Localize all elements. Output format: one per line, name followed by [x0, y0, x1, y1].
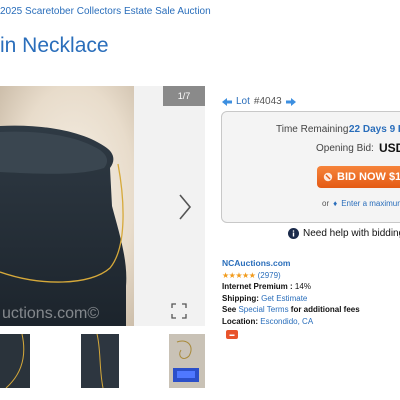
premium-value: 14%	[294, 282, 311, 291]
help-text: Need help with bidding	[303, 228, 400, 239]
diamond-icon: ♦	[333, 199, 338, 208]
shipping-estimate-link[interactable]: Get Estimate	[261, 294, 307, 303]
thumbnail-2[interactable]	[81, 334, 119, 388]
thumbnail-image	[169, 334, 205, 388]
seller-info: NCAuctions.com ★★★★★ (2979) Internet Pre…	[222, 258, 360, 327]
max-bid-row: or ♦ Enter a maximum	[322, 199, 400, 208]
review-count-link[interactable]: (2979)	[258, 271, 281, 280]
or-label: or	[322, 199, 330, 208]
next-lot-icon[interactable]	[285, 97, 296, 106]
previous-lot-icon[interactable]	[222, 97, 232, 106]
bid-gavel-icon	[323, 172, 333, 182]
rating-stars-icon: ★★★★★	[222, 270, 256, 280]
lot-number: #4043	[253, 96, 282, 107]
seller-name-link[interactable]: NCAuctions.com	[222, 258, 290, 268]
fullscreen-button[interactable]	[170, 302, 188, 320]
premium-label: Internet Premium :	[222, 282, 293, 291]
thumbnail-image	[0, 334, 30, 388]
next-image-button[interactable]	[174, 192, 196, 222]
seller-badge-icon: ▬	[226, 330, 238, 339]
bid-panel: Time Remaining: 22 Days 9 Ho Opening Bid…	[221, 111, 400, 223]
terms-see-label: See	[222, 305, 237, 314]
time-remaining-value: 22 Days 9 Ho	[349, 124, 400, 135]
expand-icon	[171, 303, 187, 319]
location-link[interactable]: Escondido, CA	[260, 317, 313, 326]
opening-bid-label: Opening Bid:	[316, 143, 374, 154]
thumbnail-strip	[0, 334, 210, 388]
thumbnail-3[interactable]	[169, 334, 205, 388]
max-bid-link[interactable]: Enter a maximum	[341, 199, 400, 208]
opening-bid-value: USD	[379, 141, 400, 155]
lot-label: Lot	[236, 96, 250, 107]
info-icon	[288, 228, 299, 239]
thumbnail-image	[81, 334, 119, 388]
lot-navigation: Lot #4043	[222, 96, 296, 107]
bidding-help[interactable]: Need help with bidding	[288, 228, 400, 239]
chevron-right-icon	[179, 194, 192, 220]
terms-rest-label: for additional fees	[290, 305, 360, 314]
special-terms-link[interactable]: Special Terms	[238, 305, 288, 314]
watermark-text: uctions.com©	[2, 305, 99, 322]
breadcrumb[interactable]: 2025 Scaretober Collectors Estate Sale A…	[0, 6, 211, 17]
image-counter: 1/7	[163, 86, 205, 106]
image-gallery: uctions.com© 1/7	[0, 86, 205, 326]
main-photo[interactable]: uctions.com©	[0, 86, 134, 326]
bid-now-button[interactable]: BID NOW $1	[317, 166, 400, 188]
time-remaining-label: Time Remaining:	[276, 124, 352, 135]
bid-now-label: BID NOW $1	[337, 171, 400, 183]
thumbnail-1[interactable]	[0, 334, 30, 388]
location-label: Location:	[222, 316, 258, 326]
shipping-label: Shipping:	[222, 293, 259, 303]
page-title: in Necklace	[0, 34, 109, 57]
necklace-photo: uctions.com©	[0, 86, 134, 326]
